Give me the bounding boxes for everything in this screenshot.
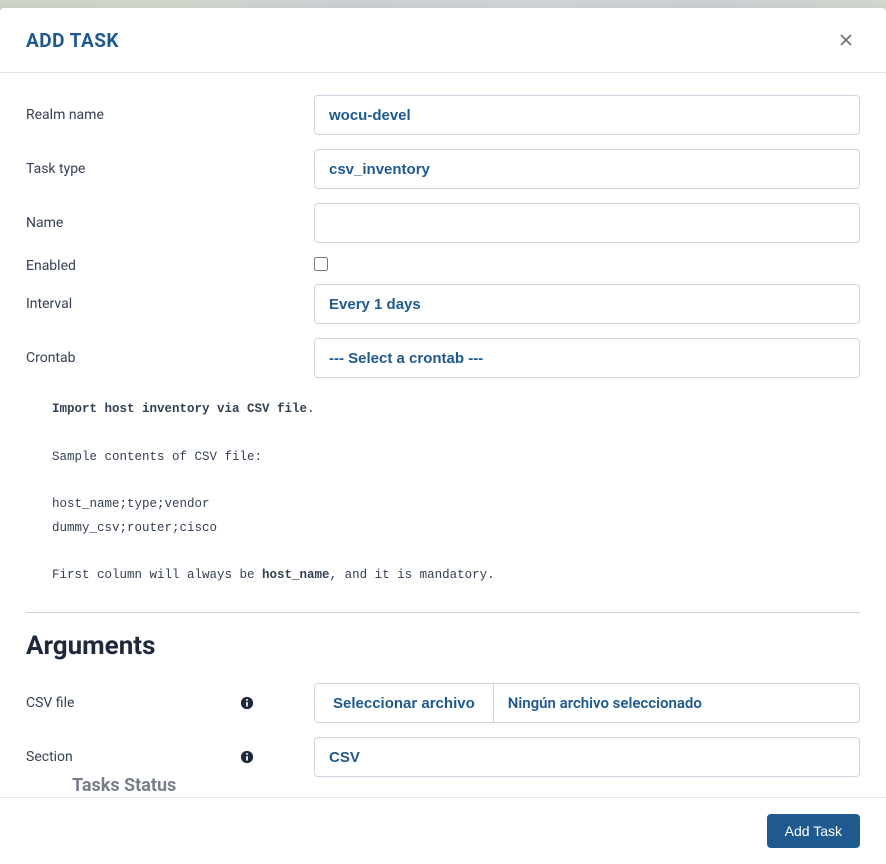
section-label-wrap: Section [26, 749, 314, 765]
name-row: Name [26, 203, 860, 243]
realm-name-row: Realm name [26, 95, 860, 135]
desc-line5-bold: host_name [262, 568, 330, 582]
enabled-row: Enabled [26, 257, 860, 274]
divider [26, 612, 860, 613]
desc-line1-suffix: . [307, 402, 315, 416]
modal-title: ADD TASK [26, 29, 119, 52]
task-type-label: Task type [26, 161, 314, 177]
file-select-button[interactable]: Seleccionar archivo [315, 684, 494, 722]
section-label: Section [26, 749, 73, 765]
crontab-row: Crontab [26, 338, 860, 378]
desc-line2: Sample contents of CSV file: [52, 450, 262, 464]
realm-name-label: Realm name [26, 107, 314, 123]
desc-line3: host_name;type;vendor [52, 497, 210, 511]
enabled-checkbox[interactable] [314, 257, 328, 271]
csv-file-input-group: Seleccionar archivo Ningún archivo selec… [314, 683, 860, 723]
arguments-heading: Arguments [26, 631, 860, 661]
modal-footer: Add Task [0, 797, 886, 864]
section-input[interactable] [314, 737, 860, 777]
realm-name-input[interactable] [314, 95, 860, 135]
background-partial-text: Tasks Status [72, 775, 176, 796]
csv-file-label-wrap: CSV file [26, 695, 314, 711]
task-type-row: Task type [26, 149, 860, 189]
desc-line5-suffix: , and it is mandatory. [330, 568, 495, 582]
close-button[interactable] [832, 26, 860, 54]
info-icon[interactable] [240, 696, 254, 710]
csv-file-row: CSV file Seleccionar archivo Ningún arch… [26, 683, 860, 723]
task-description: Import host inventory via CSV file. Samp… [26, 378, 860, 612]
info-icon[interactable] [240, 750, 254, 764]
enabled-label: Enabled [26, 257, 314, 274]
modal-body: Realm name Task type Name Enabled Interv… [0, 73, 886, 797]
crontab-label: Crontab [26, 350, 314, 366]
desc-line1-bold: Import host inventory via CSV file [52, 402, 307, 416]
add-task-modal: ADD TASK Realm name Task type Name Enabl… [0, 8, 886, 864]
section-row: Section [26, 737, 860, 777]
interval-row: Interval [26, 284, 860, 324]
modal-header: ADD TASK [0, 8, 886, 73]
name-label: Name [26, 215, 314, 231]
desc-line5-prefix: First column will always be [52, 568, 262, 582]
interval-input[interactable] [314, 284, 860, 324]
interval-label: Interval [26, 296, 314, 312]
close-icon [836, 30, 856, 50]
add-task-button[interactable]: Add Task [767, 814, 860, 848]
csv-file-label: CSV file [26, 695, 74, 711]
file-status-text: Ningún archivo seleccionado [494, 684, 859, 722]
desc-line4: dummy_csv;router;cisco [52, 521, 217, 535]
crontab-select[interactable] [314, 338, 860, 378]
name-input[interactable] [314, 203, 860, 243]
task-type-input[interactable] [314, 149, 860, 189]
